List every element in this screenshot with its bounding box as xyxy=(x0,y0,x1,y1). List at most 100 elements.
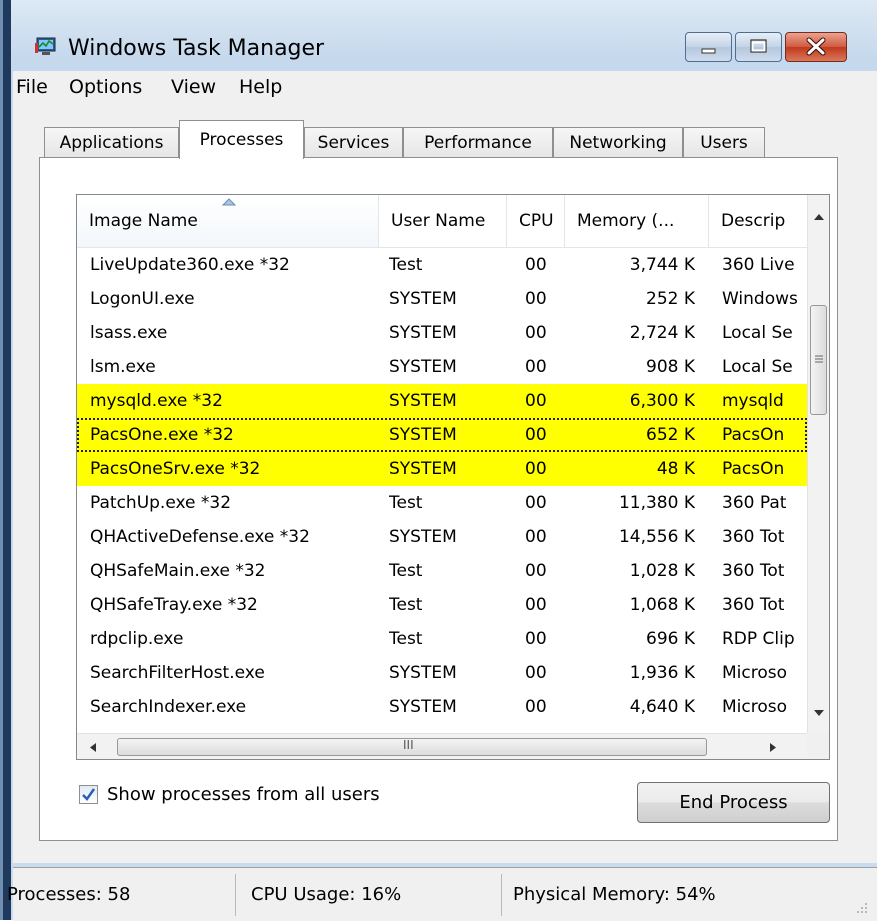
process-cpu: 00 xyxy=(525,527,547,547)
horizontal-scrollbar[interactable]: III xyxy=(77,733,807,759)
table-row[interactable]: mysqld.exe *32 SYSTEM 00 6,300 K mysqld xyxy=(77,384,807,418)
close-button[interactable] xyxy=(785,32,847,62)
scroll-right-icon[interactable] xyxy=(769,742,777,753)
process-user-name: SYSTEM xyxy=(389,697,457,717)
minimize-icon xyxy=(701,48,716,54)
scroll-down-icon[interactable] xyxy=(813,709,825,717)
vertical-scrollbar[interactable] xyxy=(807,195,829,733)
process-image-name: PacsOne.exe *32 xyxy=(90,425,234,445)
column-image-name-label: Image Name xyxy=(89,211,198,231)
menu-help[interactable]: Help xyxy=(239,76,282,98)
column-description[interactable]: Descrip xyxy=(709,195,807,247)
process-description: 360 Pat xyxy=(722,493,787,513)
process-cpu: 00 xyxy=(525,629,547,649)
process-memory: 48 K xyxy=(656,459,695,479)
process-cpu: 00 xyxy=(525,255,547,275)
process-memory: 3,744 K xyxy=(629,255,695,275)
process-user-name: SYSTEM xyxy=(389,323,457,343)
column-user-name[interactable]: User Name xyxy=(379,195,507,247)
tab-applications[interactable]: Applications xyxy=(44,127,179,157)
tab-processes[interactable]: Processes xyxy=(179,120,304,159)
minimize-button[interactable] xyxy=(685,32,732,62)
title-bar[interactable]: Windows Task Manager xyxy=(13,24,873,68)
table-row[interactable]: LogonUI.exe SYSTEM 00 252 K Windows xyxy=(77,282,807,316)
process-description: PacsOn xyxy=(722,425,785,445)
tab-performance[interactable]: Performance xyxy=(403,127,553,157)
column-memory[interactable]: Memory (... xyxy=(565,195,709,247)
table-row[interactable]: SearchFilterHost.exe SYSTEM 00 1,936 K Micro… xyxy=(77,656,807,690)
table-row[interactable]: QHSafeTray.exe *32 Test 00 1,068 K 360 Tot xyxy=(77,588,807,622)
process-image-name: LogonUI.exe xyxy=(90,289,195,309)
table-row[interactable]: lsass.exe SYSTEM 00 2,724 K Local Se xyxy=(77,316,807,350)
table-row[interactable]: rdpclip.exe Test 00 696 K RDP Clip xyxy=(77,622,807,656)
checkmark-icon xyxy=(82,788,96,801)
process-description: RDP Clip xyxy=(722,629,795,649)
task-manager-app-icon xyxy=(35,37,56,55)
process-user-name: SYSTEM xyxy=(389,425,457,445)
process-user-name: Test xyxy=(389,255,423,275)
process-description: Windows xyxy=(722,289,798,309)
size-grip-icon[interactable] xyxy=(853,899,869,915)
maximize-icon xyxy=(750,39,767,53)
scroll-left-icon[interactable] xyxy=(89,742,97,753)
show-all-users-checkbox[interactable] xyxy=(79,785,98,804)
process-image-name: rdpclip.exe xyxy=(90,629,184,649)
process-description: Microso xyxy=(722,697,788,717)
horizontal-scroll-thumb[interactable]: III xyxy=(117,738,707,756)
status-processes: Processes: 58 xyxy=(7,884,131,905)
process-image-name: SearchIndexer.exe xyxy=(90,697,247,717)
menu-options[interactable]: Options xyxy=(69,76,142,98)
table-row[interactable]: lsm.exe SYSTEM 00 908 K Local Se xyxy=(77,350,807,384)
process-cpu: 00 xyxy=(525,493,547,513)
process-image-name: lsass.exe xyxy=(90,323,168,343)
process-description: Local Se xyxy=(722,323,793,343)
table-row[interactable]: PatchUp.exe *32 Test 00 11,380 K 360 Pat xyxy=(77,486,807,520)
process-memory: 1,936 K xyxy=(629,663,695,683)
process-user-name: SYSTEM xyxy=(389,663,457,683)
process-description: 360 Live xyxy=(722,255,795,275)
process-memory: 2,724 K xyxy=(629,323,695,343)
process-user-name: SYSTEM xyxy=(389,391,457,411)
process-image-name: lsm.exe xyxy=(90,357,156,377)
process-memory: 696 K xyxy=(646,629,695,649)
table-row[interactable]: PacsOneSrv.exe *32 SYSTEM 00 48 K PacsOn xyxy=(77,452,807,486)
table-row[interactable]: SearchIndexer.exe SYSTEM 00 4,640 K Microso xyxy=(77,690,807,724)
scroll-up-icon[interactable] xyxy=(813,213,825,221)
process-image-name: SearchFilterHost.exe xyxy=(90,663,265,683)
process-description: 360 Tot xyxy=(722,595,785,615)
column-cpu[interactable]: CPU xyxy=(507,195,565,247)
status-physical-memory: Physical Memory: 54% xyxy=(513,884,716,905)
process-memory: 6,300 K xyxy=(629,391,695,411)
process-cpu: 00 xyxy=(525,561,547,581)
table-row[interactable]: QHSafeMain.exe *32 Test 00 1,028 K 360 Tot xyxy=(77,554,807,588)
column-image-name[interactable]: Image Name xyxy=(77,195,379,247)
process-image-name: mysqld.exe *32 xyxy=(90,391,223,411)
process-memory: 14,556 K xyxy=(618,527,695,547)
process-memory: 11,380 K xyxy=(618,493,695,513)
end-process-button[interactable]: End Process xyxy=(637,782,830,823)
process-user-name: Test xyxy=(389,561,423,581)
process-user-name: Test xyxy=(389,595,423,615)
status-separator xyxy=(501,874,502,916)
status-bar: Processes: 58 CPU Usage: 16% Physical Me… xyxy=(7,867,877,921)
show-all-users-label[interactable]: Show processes from all users xyxy=(107,784,380,805)
vertical-scroll-thumb[interactable] xyxy=(810,305,827,415)
table-row[interactable]: LiveUpdate360.exe *32 Test 00 3,744 K 360 Li… xyxy=(77,248,807,282)
process-description: Microso xyxy=(722,663,788,683)
status-separator xyxy=(235,874,236,916)
tab-users[interactable]: Users xyxy=(683,127,765,157)
process-cpu: 00 xyxy=(525,663,547,683)
table-row[interactable]: PacsOne.exe *32 SYSTEM 00 652 K PacsOn xyxy=(77,418,807,452)
tab-services[interactable]: Services xyxy=(304,127,403,157)
maximize-button[interactable] xyxy=(735,32,782,62)
process-cpu: 00 xyxy=(525,595,547,615)
menu-file[interactable]: File xyxy=(16,76,48,98)
process-memory: 908 K xyxy=(646,357,695,377)
menu-view[interactable]: View xyxy=(171,76,216,98)
table-row[interactable]: QHActiveDefense.exe *32 SYSTEM 00 14,556 K 3… xyxy=(77,520,807,554)
close-icon xyxy=(806,37,826,56)
tab-networking[interactable]: Networking xyxy=(553,127,683,157)
task-manager-window: Windows Task Manager File Options View H… xyxy=(0,0,877,921)
process-list[interactable]: Image Name User Name CPU Memory (... Des… xyxy=(76,194,830,760)
process-description: mysqld xyxy=(722,391,784,411)
